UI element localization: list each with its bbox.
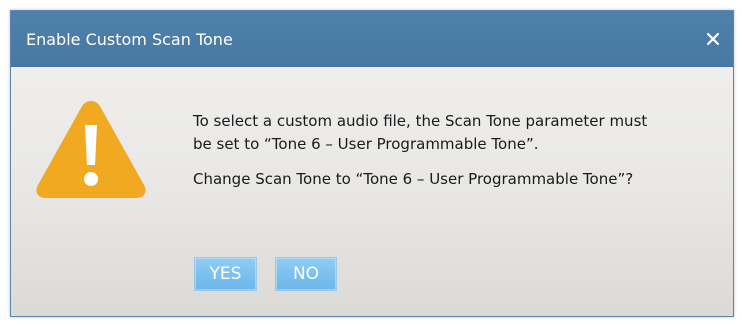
warning-icon [36, 101, 146, 198]
message-line-1: To select a custom audio file, the Scan … [193, 112, 648, 130]
confirm-dialog: Enable Custom Scan Tone To select a cust… [10, 10, 734, 317]
dialog-message: To select a custom audio file, the Scan … [193, 110, 713, 191]
message-line-2: be set to “Tone 6 – User Programmable To… [193, 135, 539, 153]
exclamation-stroke [85, 125, 97, 165]
yes-button[interactable]: YES [194, 257, 257, 291]
exclamation-dot [84, 172, 98, 186]
close-button[interactable] [699, 25, 727, 53]
message-text: To select a custom audio file, the Scan … [193, 110, 713, 156]
close-icon [706, 32, 720, 46]
question-text: Change Scan Tone to “Tone 6 – User Progr… [193, 170, 634, 188]
no-button[interactable]: NO [275, 257, 337, 291]
dialog-titlebar: Enable Custom Scan Tone [11, 11, 733, 67]
dialog-title: Enable Custom Scan Tone [26, 30, 233, 49]
